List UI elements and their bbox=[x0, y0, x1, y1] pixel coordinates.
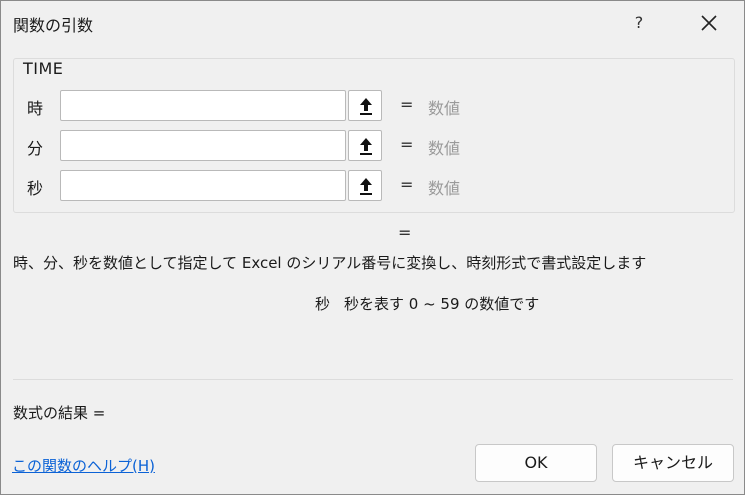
hour-input[interactable] bbox=[60, 90, 346, 121]
equals-sign: = bbox=[400, 175, 414, 194]
title-bar: 関数の引数 ? bbox=[1, 1, 744, 45]
argument-label: 時 bbox=[27, 99, 44, 118]
function-result-equals: = bbox=[398, 223, 412, 242]
function-arguments-dialog: 関数の引数 ? TIME 時 = 数値 分 = 数値 秒 = 数値 = 時、分、… bbox=[0, 0, 745, 495]
equals-sign: = bbox=[400, 95, 414, 114]
argument-help: 秒秒を表す 0 ~ 59 の数値です bbox=[315, 293, 539, 314]
divider bbox=[13, 379, 733, 380]
argument-label: 秒 bbox=[27, 179, 44, 198]
argument-label: 分 bbox=[27, 139, 44, 158]
second-input[interactable] bbox=[60, 170, 346, 201]
argument-help-name: 秒 bbox=[315, 295, 331, 313]
equals-sign: = bbox=[400, 135, 414, 154]
argument-row-second: 秒 = 数値 bbox=[1, 170, 745, 202]
collapse-dialog-button[interactable] bbox=[348, 90, 382, 121]
dialog-title: 関数の引数 bbox=[13, 16, 94, 35]
close-icon bbox=[701, 15, 717, 31]
collapse-dialog-arrow-icon bbox=[360, 178, 372, 195]
help-button[interactable]: ? bbox=[623, 7, 655, 39]
collapse-dialog-button[interactable] bbox=[348, 130, 382, 161]
close-button[interactable] bbox=[691, 7, 727, 39]
minute-input[interactable] bbox=[60, 130, 346, 161]
formula-result: 数式の結果 = bbox=[13, 404, 106, 422]
argument-help-text: 秒を表す 0 ~ 59 の数値です bbox=[344, 295, 540, 313]
ok-button[interactable]: OK bbox=[475, 444, 597, 482]
argument-value-preview: 数値 bbox=[428, 99, 461, 118]
argument-value-preview: 数値 bbox=[428, 179, 461, 198]
collapse-dialog-arrow-icon bbox=[360, 138, 372, 155]
function-name: TIME bbox=[23, 59, 64, 78]
collapse-dialog-arrow-icon bbox=[360, 98, 372, 115]
function-description: 時、分、秒を数値として指定して Excel のシリアル番号に変換し、時刻形式で書… bbox=[13, 254, 647, 272]
argument-row-minute: 分 = 数値 bbox=[1, 130, 745, 162]
function-help-link[interactable]: この関数のヘルプ(H) bbox=[12, 455, 155, 476]
collapse-dialog-button[interactable] bbox=[348, 170, 382, 201]
argument-value-preview: 数値 bbox=[428, 139, 461, 158]
argument-row-hour: 時 = 数値 bbox=[1, 90, 745, 122]
cancel-button[interactable]: キャンセル bbox=[612, 444, 734, 482]
